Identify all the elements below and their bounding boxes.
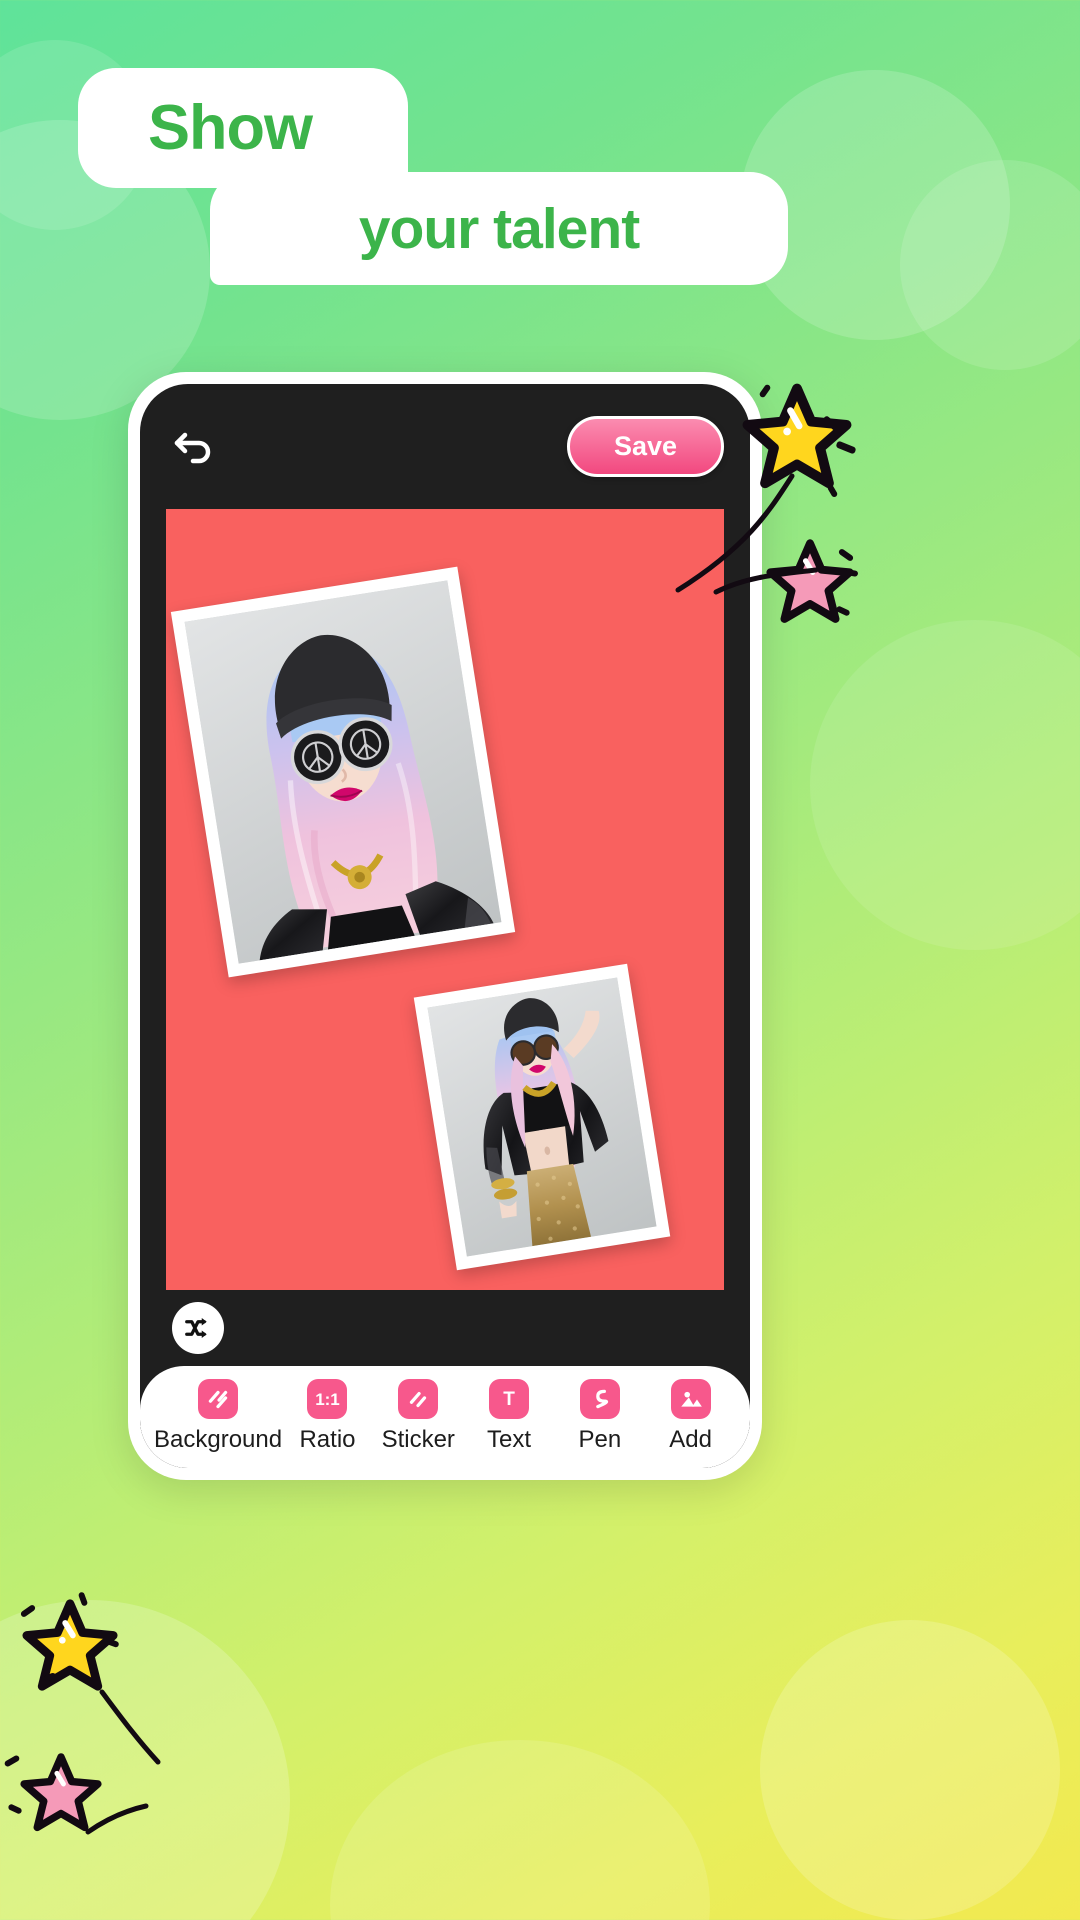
headline-banner-line1: Show [78, 68, 408, 188]
undo-arrow-icon [174, 432, 211, 463]
bg-blob-mid-right [810, 620, 1080, 950]
star-bottom-left-yellow [22, 1599, 118, 1691]
tool-pen[interactable]: Pen [554, 1379, 645, 1454]
add-image-icon [670, 1379, 711, 1420]
photo-image-2 [427, 977, 657, 1257]
bg-blob-bottom-mid [330, 1740, 710, 1920]
save-button[interactable]: Save [566, 416, 724, 477]
tool-text[interactable]: T Text [464, 1379, 555, 1454]
headline-text-line1: Show [148, 93, 313, 163]
background-pattern-icon [198, 1379, 239, 1420]
star-spark [3, 1754, 21, 1768]
star-bottom-left-pink [20, 1753, 102, 1832]
star-spark [835, 605, 851, 617]
star-spark [43, 1672, 57, 1682]
star-spark [105, 1637, 120, 1649]
undo-button[interactable] [168, 419, 224, 475]
star-spark [837, 547, 855, 563]
star-spark [77, 1591, 89, 1607]
editor-topbar: Save [140, 384, 750, 509]
star-spark [19, 1603, 37, 1619]
tool-label: Sticker [381, 1426, 455, 1454]
bg-blob-bottom-right [760, 1620, 1060, 1920]
photo-illustration-fullbody [483, 998, 609, 1249]
star-spark [845, 569, 859, 577]
pen-squiggle-icon [579, 1379, 620, 1420]
headline-text-line2: your talent [358, 196, 640, 261]
sticker-icon [398, 1379, 439, 1420]
tool-label: Ratio [299, 1426, 356, 1454]
text-t-icon: T [489, 1379, 530, 1420]
ratio-icon-text: 1:1 [315, 1389, 340, 1409]
tool-label: Add [669, 1426, 712, 1454]
tool-sticker[interactable]: Sticker [373, 1379, 464, 1454]
tool-label: Text [487, 1426, 532, 1454]
editor-toolbar: Background 1:1 Ratio Sticker T Text Pen … [140, 1365, 750, 1468]
bg-blob-top-right-2 [900, 160, 1080, 370]
shuffle-row [140, 1290, 750, 1366]
star-spark [821, 415, 841, 432]
collage-photo-card[interactable] [170, 566, 516, 978]
tool-background[interactable]: Background [154, 1379, 282, 1454]
phone-mockup: Save Background 1:1 Ratio Sticker T Text… [128, 372, 762, 1480]
bg-blob-bottom-left [0, 1600, 290, 1920]
star-spark [826, 483, 839, 499]
star-spark [835, 440, 857, 455]
doodle-line-bottom-left-top [99, 1689, 161, 1765]
tool-label: Background [154, 1426, 283, 1454]
star-spark [758, 383, 772, 399]
ratio-1-1-icon: 1:1 [307, 1379, 348, 1420]
tool-add[interactable]: Add [645, 1379, 736, 1454]
headline-banner-line2: your talent [210, 172, 788, 285]
shuffle-icon [185, 1317, 207, 1338]
photo-image-1 [184, 580, 502, 964]
shuffle-button[interactable] [172, 1301, 224, 1354]
text-icon-glyph: T [503, 1388, 515, 1410]
star-spark [7, 1803, 23, 1815]
doodle-line-bottom-left-bottom [85, 1803, 149, 1835]
collage-photo-card[interactable] [413, 963, 671, 1271]
tool-ratio[interactable]: 1:1 Ratio [282, 1379, 373, 1454]
tool-label: Pen [578, 1426, 622, 1454]
photo-illustration-portrait [259, 634, 494, 961]
phone-screen: Save Background 1:1 Ratio Sticker T Text… [140, 384, 750, 1468]
collage-canvas[interactable] [166, 509, 724, 1290]
